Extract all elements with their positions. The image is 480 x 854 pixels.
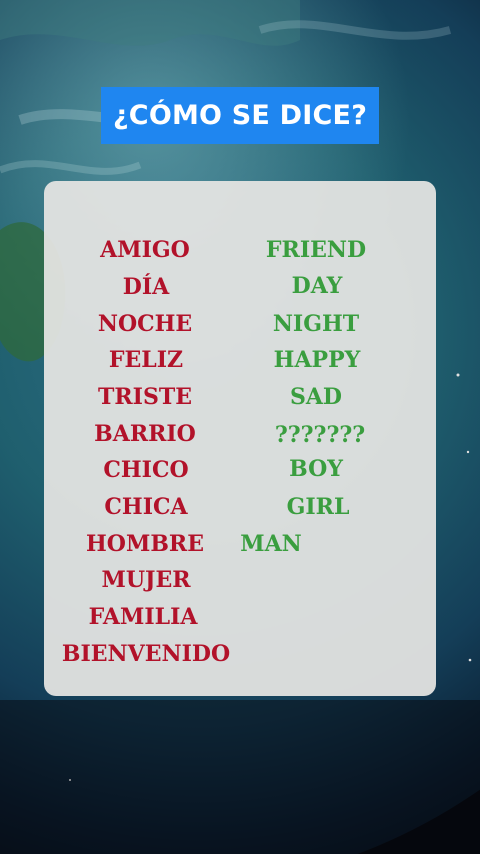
page-title: ¿CÓMO SE DICE? <box>112 100 368 131</box>
spanish-word: FELIZ <box>108 347 184 373</box>
english-word: FRIEND <box>265 237 367 263</box>
spanish-word: TRISTE <box>98 384 192 410</box>
spanish-word: CHICA <box>104 494 188 520</box>
spanish-word: FAMILIA <box>88 604 198 630</box>
spanish-word: HOMBRE <box>86 531 204 557</box>
spanish-word: BARRIO <box>94 421 196 447</box>
spanish-word: MUJER <box>101 567 191 593</box>
english-word: BOY <box>289 456 343 482</box>
spanish-word: CHICO <box>103 457 189 483</box>
english-word: MAN <box>240 531 302 557</box>
english-word: ??????? <box>274 422 366 448</box>
vocabulary-card: AMIGO DÍA NOCHE FELIZ TRISTE BARRIO CHIC… <box>44 181 436 696</box>
english-word: GIRL <box>286 494 350 520</box>
english-word: DAY <box>291 273 343 299</box>
english-word: SAD <box>289 384 343 410</box>
spanish-word: NOCHE <box>97 311 193 337</box>
spanish-word: BIENVENIDO <box>61 641 231 667</box>
title-banner: ¿CÓMO SE DICE? <box>101 87 379 144</box>
spanish-word: AMIGO <box>100 237 190 263</box>
english-word: NIGHT <box>272 311 360 337</box>
english-word: HAPPY <box>273 347 361 373</box>
spanish-word: DÍA <box>122 274 170 300</box>
